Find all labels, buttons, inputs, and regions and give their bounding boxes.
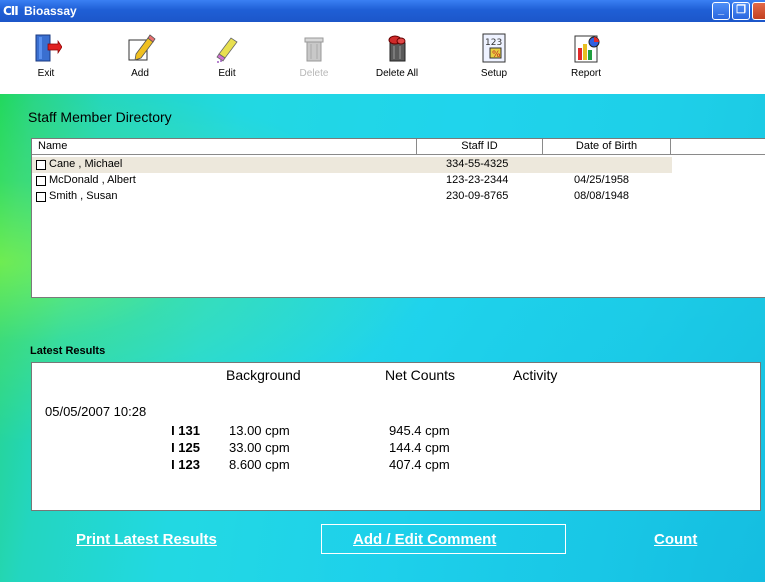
background-value: 33.00 cpm <box>229 440 290 455</box>
restore-button[interactable]: ❐ <box>732 2 750 20</box>
edit-button[interactable]: Edit <box>197 32 257 79</box>
exit-button[interactable]: Exit <box>16 32 76 79</box>
staff-list[interactable]: Name Staff ID Date of Birth Cane , Micha… <box>31 138 765 298</box>
row-checkbox[interactable] <box>36 160 46 170</box>
staff-id: 230-09-8765 <box>446 190 509 202</box>
setup-icon-percent: % <box>492 50 501 60</box>
setup-label: Setup <box>480 68 508 79</box>
close-button[interactable] <box>752 2 765 20</box>
staff-row[interactable]: McDonald , Albert 123-23-2344 04/25/1958 <box>32 173 672 189</box>
latest-results-panel: Background Net Counts Activity 05/05/200… <box>31 362 761 511</box>
staff-name: McDonald , Albert <box>49 174 136 186</box>
column-header-filler <box>671 139 765 155</box>
exit-door-icon <box>35 34 62 62</box>
net-value: 144.4 cpm <box>389 440 450 455</box>
row-checkbox[interactable] <box>36 192 46 202</box>
column-header-name[interactable]: Name <box>32 139 417 155</box>
add-edit-comment-button[interactable]: Add / Edit Comment <box>321 524 566 554</box>
column-header-dob[interactable]: Date of Birth <box>543 139 671 155</box>
window-title: Bioassay <box>24 4 77 18</box>
header-activity: Activity <box>513 367 558 383</box>
exit-label: Exit <box>37 68 55 79</box>
row-checkbox[interactable] <box>36 176 46 186</box>
add-edit-comment-label: Add / Edit Comment <box>353 531 497 548</box>
delete-button[interactable]: Delete <box>284 32 344 79</box>
count-button[interactable]: Count <box>654 531 697 548</box>
report-chart-icon <box>574 35 600 63</box>
background-value: 8.600 cpm <box>229 457 290 472</box>
staff-name: Smith , Susan <box>49 190 118 202</box>
list-header: Name Staff ID Date of Birth <box>32 139 765 155</box>
toolbar: Exit Add Edit Delete Delete All 123 % Se… <box>0 22 765 94</box>
report-button[interactable]: Report <box>556 32 616 79</box>
isotope-label: I 123 <box>171 457 200 472</box>
staff-dob: 08/08/1948 <box>574 190 630 202</box>
add-pencil-icon <box>128 34 156 61</box>
isotope-label: I 131 <box>171 423 200 438</box>
staff-name: Cane , Michael <box>49 158 123 170</box>
staff-row[interactable]: Cane , Michael 334-55-4325 <box>32 157 672 173</box>
directory-title: Staff Member Directory <box>28 109 172 125</box>
setup-icon-number: 123 <box>485 38 502 48</box>
edit-eraser-icon <box>216 37 238 63</box>
net-value: 407.4 cpm <box>389 457 450 472</box>
setup-calc-icon: 123 % <box>482 33 506 63</box>
title-bar: CII Bioassay _ ❐ <box>0 0 765 22</box>
staff-id: 334-55-4325 <box>446 158 509 170</box>
setup-button[interactable]: 123 % Setup <box>464 32 524 79</box>
header-net-counts: Net Counts <box>385 367 456 383</box>
column-header-staff-id[interactable]: Staff ID <box>417 139 543 155</box>
staff-id: 123-23-2344 <box>446 174 509 186</box>
minimize-button[interactable]: _ <box>712 2 730 20</box>
add-button[interactable]: Add <box>110 32 170 79</box>
report-label: Report <box>570 68 601 79</box>
latest-results-label: Latest Results <box>30 345 106 357</box>
net-value: 945.4 cpm <box>389 423 450 438</box>
trash-full-icon <box>388 35 406 62</box>
print-latest-results-button[interactable]: Print Latest Results <box>76 531 217 548</box>
delete-all-label: Delete All <box>375 68 419 79</box>
staff-dob: 04/25/1958 <box>574 174 630 186</box>
delete-all-button[interactable]: Delete All <box>367 32 427 79</box>
isotope-label: I 125 <box>171 440 200 455</box>
result-timestamp: 05/05/2007 10:28 <box>45 404 147 419</box>
background-value: 13.00 cpm <box>229 423 290 438</box>
app-logo-icon: CII <box>3 4 19 18</box>
edit-label: Edit <box>218 68 236 79</box>
delete-label: Delete <box>299 68 329 79</box>
add-label: Add <box>131 68 149 79</box>
staff-row[interactable]: Smith , Susan 230-09-8765 08/08/1948 <box>32 189 672 205</box>
header-background: Background <box>226 367 301 383</box>
trash-can-icon <box>304 37 324 62</box>
